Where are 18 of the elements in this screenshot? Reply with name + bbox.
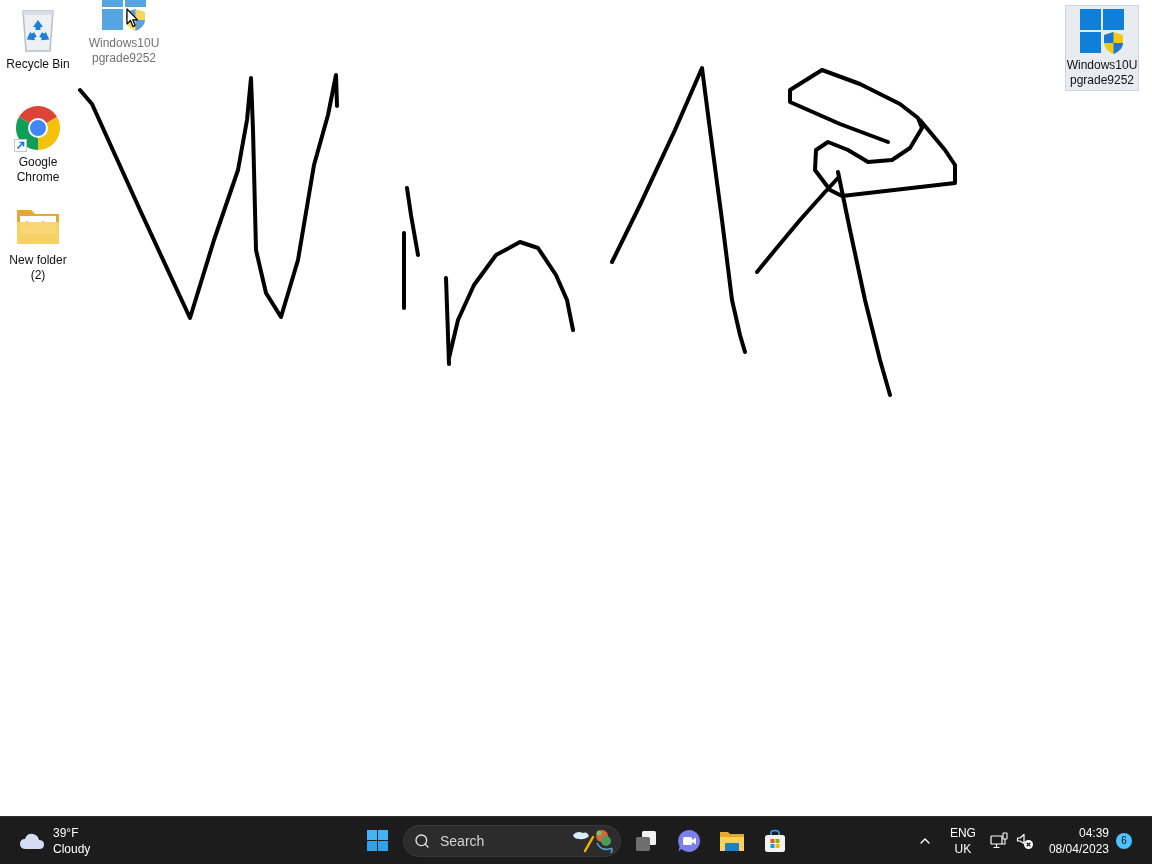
notification-badge: 6 [1116, 832, 1132, 849]
search-field[interactable]: Search [403, 824, 621, 857]
dragged-icon-label: Windows10U pgrade9252 [88, 36, 160, 66]
desktop-icon[interactable]: Windows10U pgrade9252 [1065, 5, 1139, 91]
clock[interactable]: 04:39 08/04/2023 [1036, 820, 1109, 861]
window-shield-icon [1078, 7, 1126, 55]
speaker-muted-icon [1015, 831, 1034, 850]
mouse-pointer-icon [126, 8, 139, 28]
weather-widget[interactable]: 39°F Cloudy [14, 820, 97, 861]
video-chat-icon [677, 828, 701, 853]
wired-network-icon [989, 831, 1008, 850]
windows-logo-icon [366, 830, 388, 851]
language-indicator[interactable]: ENG UK [940, 820, 985, 861]
search-icon [414, 832, 430, 849]
shopping-bag-icon [763, 828, 787, 853]
task-view-icon [634, 828, 658, 853]
cloud-icon [20, 832, 44, 849]
browser-logo-icon [14, 104, 62, 152]
